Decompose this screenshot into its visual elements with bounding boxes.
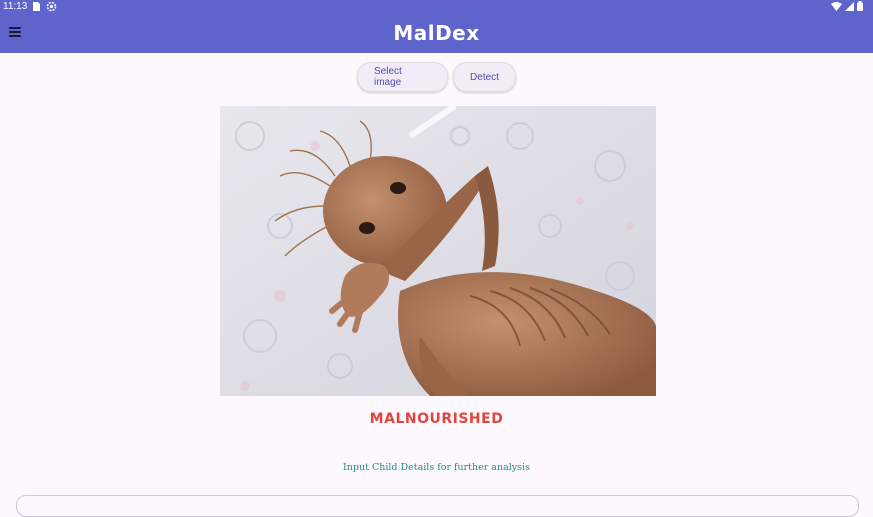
sim-card-icon <box>33 2 40 11</box>
battery-icon <box>857 1 863 11</box>
child-photo <box>220 106 656 396</box>
app-bar: MalDex <box>0 13 873 53</box>
child-details-hint[interactable]: Input Child Details for further analysis <box>0 462 873 473</box>
status-time: 11:13 <box>3 1 28 12</box>
selected-image <box>220 106 656 396</box>
select-image-button[interactable]: Select image <box>357 62 448 92</box>
app-title: MalDex <box>393 21 480 45</box>
wifi-icon <box>831 1 842 11</box>
status-bar: 11:13 <box>0 0 873 13</box>
action-buttons: Select image Detect <box>0 62 873 92</box>
settings-gear-icon <box>46 1 57 12</box>
details-card <box>16 495 859 517</box>
status-indicators <box>831 1 863 11</box>
classification-result: MALNOURISHED <box>369 411 504 427</box>
signal-icon <box>845 1 854 11</box>
detect-button[interactable]: Detect <box>453 62 516 92</box>
